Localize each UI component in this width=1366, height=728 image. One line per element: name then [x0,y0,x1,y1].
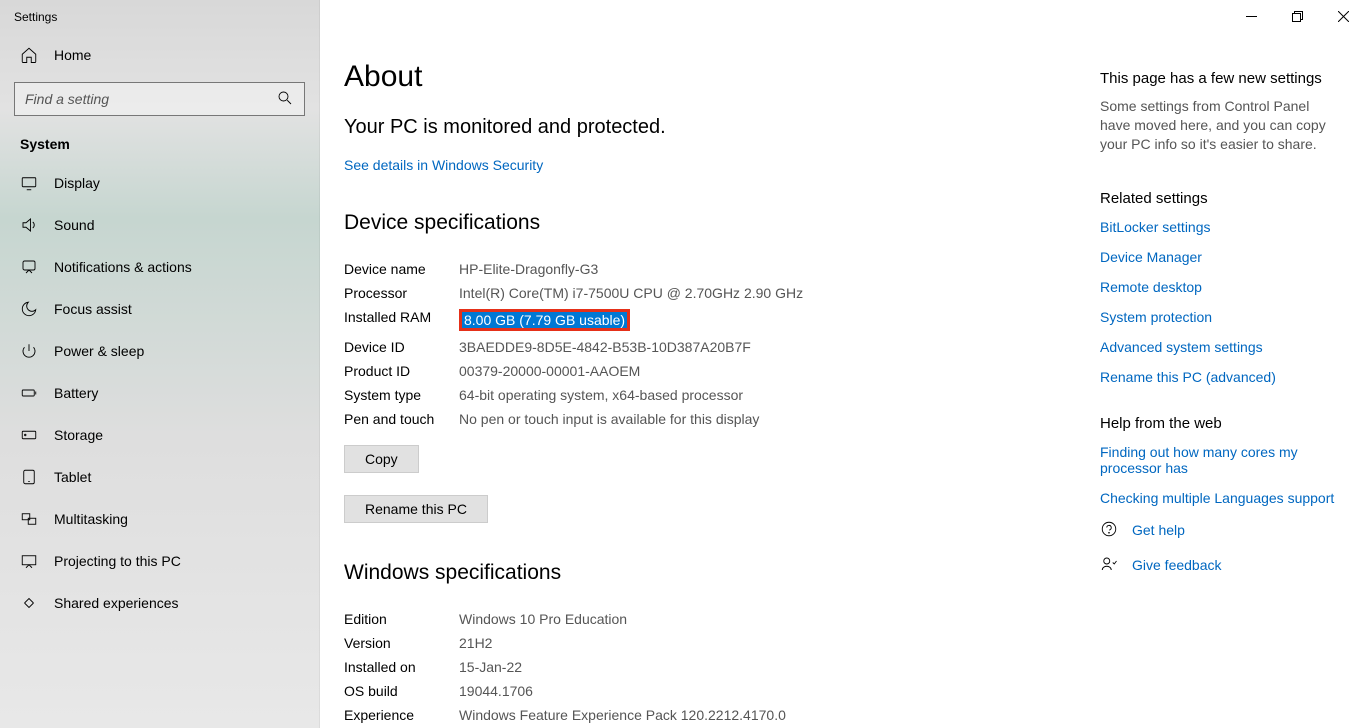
spec-ram: Installed RAM8.00 GB (7.79 GB usable) [344,305,1100,335]
notifications-icon [20,258,38,276]
ram-highlight: 8.00 GB (7.79 GB usable) [459,309,630,331]
nav-label: Battery [54,385,98,401]
right-pane: This page has a few new settings Some se… [1100,0,1366,728]
nav-label: Focus assist [54,301,132,317]
projecting-icon [20,552,38,570]
spec-pen-touch: Pen and touchNo pen or touch input is av… [344,407,1100,431]
rename-pc-button[interactable]: Rename this PC [344,495,488,523]
copy-button[interactable]: Copy [344,445,419,473]
nav-label: Sound [54,217,94,233]
link-help-languages[interactable]: Checking multiple Languages support [1100,490,1336,506]
nav-label: Tablet [54,469,91,485]
nav-label: Display [54,175,100,191]
close-button[interactable] [1320,0,1366,32]
battery-icon [20,384,38,402]
sidebar-item-storage[interactable]: Storage [0,414,319,456]
spec-product-id: Product ID00379-20000-00001-AAOEM [344,359,1100,383]
get-help-row[interactable]: Get help [1100,520,1336,541]
sidebar-item-sound[interactable]: Sound [0,204,319,246]
link-bitlocker[interactable]: BitLocker settings [1100,219,1336,235]
ram-value[interactable]: 8.00 GB (7.79 GB usable) [462,312,627,328]
spec-device-id: Device ID3BAEDDE9-8D5E-4842-B53B-10D387A… [344,335,1100,359]
protection-subtitle: Your PC is monitored and protected. [344,116,1100,139]
new-settings-text: Some settings from Control Panel have mo… [1100,97,1336,154]
nav-label: Power & sleep [54,343,144,359]
device-spec-heading: Device specifications [344,211,1100,235]
sound-icon [20,216,38,234]
security-link[interactable]: See details in Windows Security [344,157,543,173]
nav-label: Storage [54,427,103,443]
sidebar-home[interactable]: Home [0,34,319,76]
new-settings-heading: This page has a few new settings [1100,70,1336,87]
power-icon [20,342,38,360]
link-remote-desktop[interactable]: Remote desktop [1100,279,1336,295]
feedback-link: Give feedback [1132,557,1222,573]
maximize-button[interactable] [1274,0,1320,32]
window-title: Settings [0,0,319,34]
focus-assist-icon [20,300,38,318]
feedback-icon [1100,555,1118,576]
spec-experience: ExperienceWindows Feature Experience Pac… [344,703,1100,727]
windows-spec-heading: Windows specifications [344,561,1100,585]
spec-device-name: Device nameHP-Elite-Dragonfly-G3 [344,257,1100,281]
sidebar: Settings Home System Display Sound Notif… [0,0,320,728]
sidebar-item-focus-assist[interactable]: Focus assist [0,288,319,330]
tablet-icon [20,468,38,486]
sidebar-item-tablet[interactable]: Tablet [0,456,319,498]
nav-label: Projecting to this PC [54,553,181,569]
nav-label: Notifications & actions [54,259,192,275]
spec-installed-on: Installed on15-Jan-22 [344,655,1100,679]
sidebar-item-battery[interactable]: Battery [0,372,319,414]
sidebar-item-multitasking[interactable]: Multitasking [0,498,319,540]
search-input[interactable] [25,91,276,107]
search-box[interactable] [14,82,305,116]
nav-label: Shared experiences [54,595,179,611]
sidebar-item-notifications[interactable]: Notifications & actions [0,246,319,288]
spec-system-type: System type64-bit operating system, x64-… [344,383,1100,407]
window-controls [1228,0,1366,32]
sidebar-item-display[interactable]: Display [0,162,319,204]
spec-edition: EditionWindows 10 Pro Education [344,607,1100,631]
get-help-link: Get help [1132,522,1185,538]
spec-processor: ProcessorIntel(R) Core(TM) i7-7500U CPU … [344,281,1100,305]
link-device-manager[interactable]: Device Manager [1100,249,1336,265]
sidebar-section-system: System [0,126,319,162]
multitasking-icon [20,510,38,528]
content: About Your PC is monitored and protected… [320,0,1100,728]
give-feedback-row[interactable]: Give feedback [1100,555,1336,576]
spec-os-build: OS build19044.1706 [344,679,1100,703]
link-help-cores[interactable]: Finding out how many cores my processor … [1100,444,1336,476]
home-icon [20,46,38,64]
storage-icon [20,426,38,444]
search-icon [276,89,294,110]
get-help-icon [1100,520,1118,541]
spec-version: Version21H2 [344,631,1100,655]
shared-icon [20,594,38,612]
display-icon [20,174,38,192]
related-heading: Related settings [1100,190,1336,207]
link-advanced-settings[interactable]: Advanced system settings [1100,339,1336,355]
link-system-protection[interactable]: System protection [1100,309,1336,325]
sidebar-home-label: Home [54,47,91,63]
sidebar-item-projecting[interactable]: Projecting to this PC [0,540,319,582]
nav-label: Multitasking [54,511,128,527]
minimize-button[interactable] [1228,0,1274,32]
page-title: About [344,60,1100,94]
help-heading: Help from the web [1100,415,1336,432]
sidebar-item-shared[interactable]: Shared experiences [0,582,319,624]
sidebar-item-power[interactable]: Power & sleep [0,330,319,372]
link-rename-advanced[interactable]: Rename this PC (advanced) [1100,369,1336,385]
main: About Your PC is monitored and protected… [320,0,1366,728]
